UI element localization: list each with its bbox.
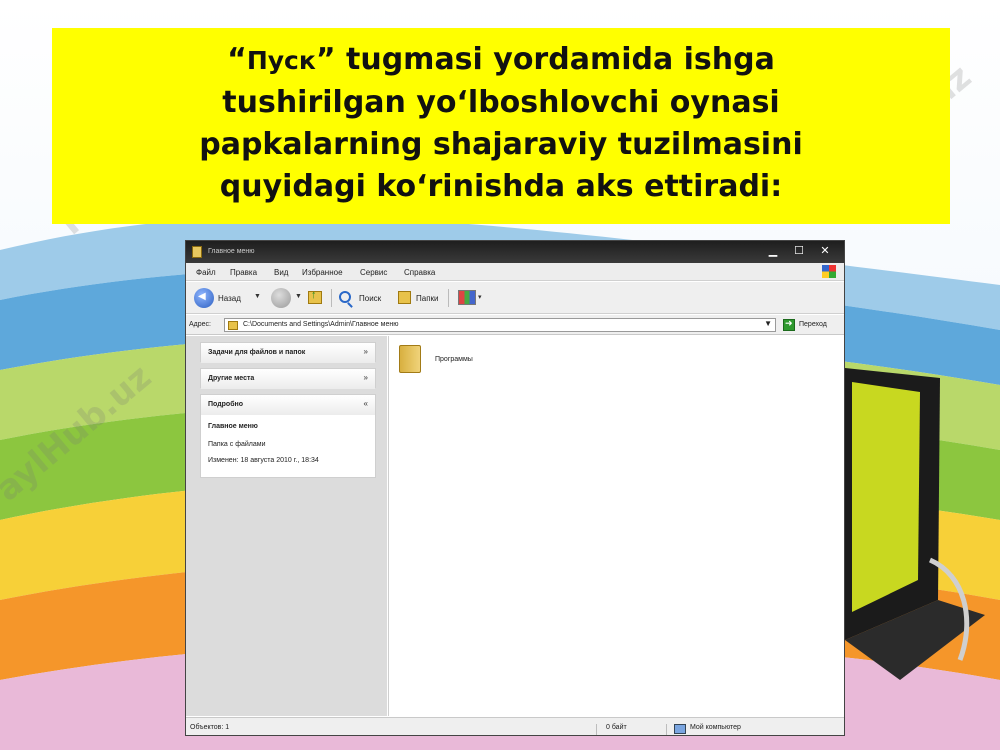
details-panel: Подробно « Главное меню Папка с файлами … (200, 394, 376, 478)
other-places-title: Другие места (208, 375, 255, 382)
close-quote: ” (315, 42, 336, 77)
menu-tools[interactable]: Сервис (360, 268, 387, 277)
tasks-panel-header[interactable]: Задачи для файлов и папок » (201, 343, 375, 363)
headline-line-3: papkalarning shajaraviy tuzilmasini (199, 127, 803, 162)
forward-dropdown-icon[interactable]: ▼ (295, 293, 302, 300)
back-button-label[interactable]: Назад (218, 294, 241, 303)
toolbar-separator (331, 289, 332, 307)
folder-icon[interactable] (399, 345, 421, 373)
folder-icon (228, 321, 238, 330)
details-panel-header[interactable]: Подробно « (201, 395, 375, 415)
close-button[interactable]: ✕ (814, 244, 836, 259)
minimize-button[interactable]: ▁ (762, 244, 784, 259)
address-value: C:\Documents and Settings\Admin\Главное … (243, 321, 399, 328)
details-name: Главное меню (208, 423, 258, 430)
status-separator (666, 724, 667, 735)
start-button-name: Пуск (246, 46, 316, 75)
status-separator (596, 724, 597, 735)
folders-button-label[interactable]: Папки (416, 294, 439, 303)
menu-bar: Файл Правка Вид Избранное Сервис Справка (186, 263, 844, 281)
address-dropdown-icon[interactable]: ▼ (764, 319, 772, 328)
views-icon[interactable] (458, 290, 476, 305)
status-location: Мой компьютер (690, 724, 741, 731)
address-label: Адрес: (189, 321, 211, 328)
headline-line-4: quyidagi ko‘rinishda aks ettiradi: (219, 169, 783, 204)
back-dropdown-icon[interactable]: ▼ (254, 293, 261, 300)
menu-help[interactable]: Справка (404, 268, 435, 277)
file-list: Программы (388, 336, 844, 716)
views-dropdown-icon[interactable]: ▾ (478, 293, 482, 301)
headline-line-1: “Пуск” tugmasi yordamida ishga (52, 39, 950, 82)
expand-chevron-icon[interactable]: » (364, 347, 368, 356)
go-button-label[interactable]: Переход (799, 321, 827, 328)
details-modified: Изменен: 18 августа 2010 г., 18:34 (208, 457, 319, 464)
status-bar: Объектов: 1 0 байт Мой компьютер (186, 717, 844, 735)
forward-arrow-icon[interactable] (271, 288, 291, 308)
folder-up-icon[interactable] (308, 289, 322, 304)
headline-text: tugmasi yordamida ishga (335, 42, 775, 77)
address-input[interactable]: C:\Documents and Settings\Admin\Главное … (224, 318, 776, 332)
details-type: Папка с файлами (208, 441, 266, 448)
title-bar[interactable]: Главное меню ▁ ☐ ✕ (186, 241, 844, 263)
search-icon[interactable] (339, 291, 351, 303)
folder-icon (192, 246, 202, 258)
menu-file[interactable]: Файл (196, 268, 216, 277)
menu-favorites[interactable]: Избранное (302, 268, 343, 277)
other-places-panel-header[interactable]: Другие места » (201, 369, 375, 389)
address-bar: Адрес: C:\Documents and Settings\Admin\Г… (186, 315, 844, 335)
headline: “Пуск” tugmasi yordamida ishga tushirilg… (52, 28, 950, 224)
toolbar: Назад ▼ ▼ Поиск Папки ▾ (186, 282, 844, 314)
computer-icon (674, 724, 686, 734)
menu-edit[interactable]: Правка (230, 268, 257, 277)
folders-icon[interactable] (398, 291, 411, 304)
maximize-button[interactable]: ☐ (788, 244, 810, 259)
search-button-label[interactable]: Поиск (359, 294, 381, 303)
tasks-panel-title: Задачи для файлов и папок (208, 349, 306, 356)
collapse-chevron-icon[interactable]: « (364, 399, 368, 408)
menu-view[interactable]: Вид (274, 268, 288, 277)
headline-line-2: tushirilgan yo‘lboshlovchi oynasi (222, 85, 780, 120)
tasks-panel[interactable]: Задачи для файлов и папок » (200, 342, 376, 363)
back-arrow-icon[interactable] (194, 288, 214, 308)
other-places-panel[interactable]: Другие места » (200, 368, 376, 389)
window-title: Главное меню (208, 248, 255, 255)
expand-chevron-icon[interactable]: » (364, 373, 368, 382)
windows-logo-icon (822, 265, 836, 278)
explorer-window: Главное меню ▁ ☐ ✕ Файл Правка Вид Избра… (185, 240, 845, 736)
status-size: 0 байт (606, 724, 627, 731)
toolbar-separator (448, 289, 449, 307)
status-objects: Объектов: 1 (190, 724, 230, 731)
go-arrow-icon[interactable] (783, 318, 795, 331)
task-pane: Задачи для файлов и папок » Другие места… (186, 336, 387, 716)
open-quote: “ (227, 42, 247, 77)
folder-label[interactable]: Программы (435, 356, 473, 363)
details-panel-title: Подробно (208, 401, 244, 408)
